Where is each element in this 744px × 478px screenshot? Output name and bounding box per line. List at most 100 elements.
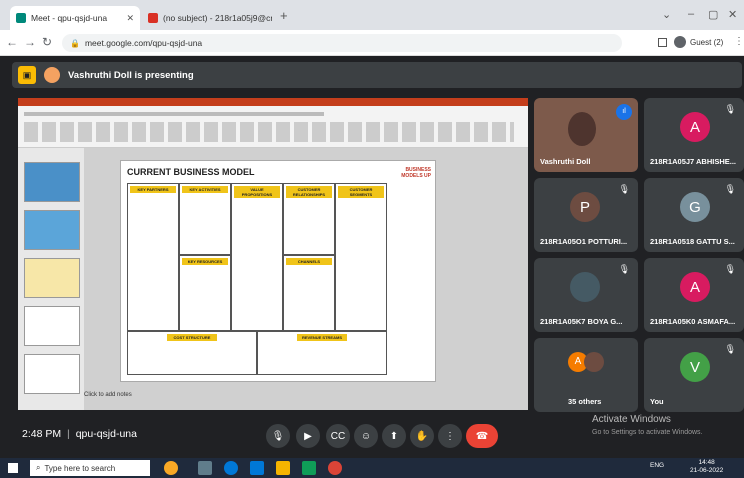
participant-video	[568, 112, 596, 146]
canvas-cell: KEY ACTIVITIES	[179, 183, 231, 255]
maximize-icon[interactable]: ▢	[708, 8, 718, 21]
leave-call-button[interactable]: ☎	[466, 424, 498, 448]
participant-name: 218R1A05J7 ABHISHE...	[650, 157, 737, 166]
reload-icon[interactable]: ↻	[42, 35, 52, 49]
clock-date: 21-06-2022	[690, 467, 724, 474]
slide-thumbnail[interactable]	[24, 354, 80, 394]
slide-thumbnail[interactable]	[24, 162, 80, 202]
presenting-text: Vashruthi Doll is presenting	[68, 69, 194, 81]
mic-off-icon: 🎙	[618, 184, 630, 194]
notes-field[interactable]: Click to add notes	[84, 392, 132, 398]
avatar	[570, 272, 600, 302]
canvas-cell: CHANNELS	[283, 255, 335, 331]
presenter-avatar	[44, 67, 60, 83]
canvas-cell: KEY RESOURCES	[179, 255, 231, 331]
participant-name: You	[650, 397, 664, 406]
more-options-button[interactable]: ⋮	[438, 424, 462, 448]
close-icon[interactable]: ✕	[126, 13, 134, 24]
profile-icon[interactable]	[674, 36, 686, 48]
raise-hand-button[interactable]: ✋	[410, 424, 434, 448]
ribbon-tabs	[24, 112, 324, 116]
url-text: meet.google.com/qpu-qsjd-una	[84, 38, 203, 48]
close-window-icon[interactable]: ✕	[728, 8, 737, 21]
participant-name: 218R1A05O1 POTTURI...	[540, 237, 628, 246]
cell-header: REVENUE STREAMS	[297, 334, 347, 341]
back-icon[interactable]: ←	[6, 35, 18, 49]
participant-name: Vashruthi Doll	[540, 157, 591, 166]
mic-button[interactable]: 🎙	[266, 424, 290, 448]
search-placeholder: Type here to search	[44, 463, 116, 473]
canvas-cell: REVENUE STREAMS	[257, 331, 387, 375]
emoji-button[interactable]: ☺	[354, 424, 378, 448]
cell-header: KEY RESOURCES	[182, 258, 228, 265]
cell-header: KEY PARTNERS	[130, 186, 176, 193]
cell-header: VALUE PROPOSITIONS	[234, 186, 280, 198]
cortana-icon[interactable]	[164, 461, 178, 475]
tab-meet[interactable]: Meet - qpu-qsjd-una ✕	[10, 6, 140, 30]
participant-tile[interactable]: 🎙 218R1A05K7 BOYA G...	[534, 258, 638, 332]
edge-icon[interactable]	[224, 461, 238, 475]
new-tab-button[interactable]: +	[280, 8, 288, 23]
slide: CURRENT BUSINESS MODEL BUSINESS MODELS U…	[120, 160, 436, 382]
participant-tile[interactable]: 🎙 A 218R1A05J7 ABHISHE...	[644, 98, 744, 172]
lock-icon: 🔒	[70, 38, 80, 48]
participant-tile[interactable]: 🎙 P 218R1A05O1 POTTURI...	[534, 178, 638, 252]
participant-tile[interactable]: 🎙 A 218R1A05K0 ASMAFA...	[644, 258, 744, 332]
participant-name: 35 others	[568, 397, 602, 406]
separator: |	[67, 428, 70, 440]
meeting-info: 2:48 PM | qpu-qsjd-una	[22, 428, 137, 440]
task-view-icon[interactable]	[198, 461, 212, 475]
slide-logo: BUSINESS MODELS UP	[401, 167, 431, 179]
participant-tile[interactable]: A 35 others	[534, 338, 638, 412]
minimize-icon[interactable]: –	[688, 8, 694, 20]
tab-search-icon[interactable]	[658, 38, 667, 47]
app-icon[interactable]	[302, 461, 316, 475]
avatar: A	[680, 272, 710, 302]
store-icon[interactable]	[250, 461, 264, 475]
presenting-banner: ▣ Vashruthi Doll is presenting	[12, 62, 742, 88]
cell-header: CUSTOMER RELATIONSHIPS	[286, 186, 332, 198]
activation-watermark-subtitle: Go to Settings to activate Windows.	[592, 429, 703, 436]
search-icon: ⌕	[36, 463, 41, 472]
language-indicator[interactable]: ENG	[650, 462, 664, 469]
avatar: G	[680, 192, 710, 222]
ppt-ribbon	[18, 98, 528, 148]
tab-gmail[interactable]: (no subject) - 218r1a05j9@cmr ✕	[142, 6, 272, 30]
tab-title: Meet - qpu-qsjd-una	[31, 13, 108, 23]
activation-watermark-title: Activate Windows	[592, 414, 671, 425]
file-explorer-icon[interactable]	[276, 461, 290, 475]
ppt-title-bar	[18, 98, 528, 106]
slide-thumbnail[interactable]	[24, 210, 80, 250]
canvas-cell: VALUE PROPOSITIONS	[231, 183, 283, 331]
meeting-code: qpu-qsjd-una	[75, 428, 137, 440]
avatar: A	[680, 112, 710, 142]
meeting-time: 2:48 PM	[22, 428, 62, 440]
slide-thumbnail[interactable]	[24, 258, 80, 298]
captions-button[interactable]: CC	[326, 424, 350, 448]
forward-icon[interactable]: →	[24, 35, 36, 49]
camera-button[interactable]: ▶	[296, 424, 320, 448]
taskbar-search-input[interactable]: ⌕ Type here to search	[30, 460, 150, 476]
presentation-icon: ▣	[18, 66, 36, 84]
avatar: P	[570, 192, 600, 222]
slide-thumbnail[interactable]	[24, 306, 80, 346]
shared-screen: CURRENT BUSINESS MODEL BUSINESS MODELS U…	[18, 98, 528, 410]
windows-start-icon[interactable]	[8, 463, 18, 473]
participant-tile[interactable]: 🎙 G 218R1A0518 GATTU S...	[644, 178, 744, 252]
canvas-cell: CUSTOMER SEGMENTS	[335, 183, 387, 331]
chevron-down-icon[interactable]: ⌄	[662, 8, 671, 21]
present-button[interactable]: ⬆	[382, 424, 406, 448]
cell-header: KEY ACTIVITIES	[182, 186, 228, 193]
menu-icon[interactable]: ⋮	[734, 36, 744, 47]
cell-header: CHANNELS	[286, 258, 332, 265]
clock-time: 14:48	[698, 459, 715, 466]
profile-label[interactable]: Guest (2)	[690, 38, 723, 47]
avatar: V	[680, 352, 710, 382]
taskbar-clock[interactable]: 14:48 21-06-2022	[690, 459, 723, 475]
canvas-cell: KEY PARTNERS	[127, 183, 179, 331]
participant-name: 218R1A05K7 BOYA G...	[540, 317, 623, 326]
url-input[interactable]: 🔒 meet.google.com/qpu-qsjd-una	[62, 34, 622, 52]
chrome-icon[interactable]	[328, 461, 342, 475]
participant-tile[interactable]: 🎙 V You	[644, 338, 744, 412]
participant-tile[interactable]: ıl Vashruthi Doll	[534, 98, 638, 172]
